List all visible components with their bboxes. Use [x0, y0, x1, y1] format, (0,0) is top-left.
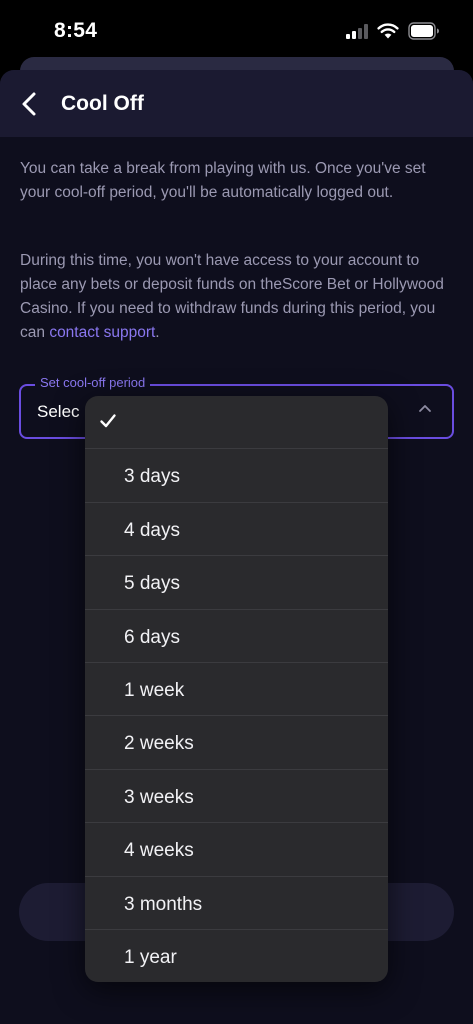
menu-item-4-days[interactable]: 4 days [85, 503, 388, 557]
period-dropdown-menu: 3 days 4 days 5 days 6 days 1 week 2 wee… [85, 396, 388, 982]
menu-item-label: 1 week [124, 679, 185, 701]
menu-item-label: 6 days [124, 626, 180, 648]
menu-item-label: 2 weeks [124, 733, 194, 755]
menu-item-label: 3 days [124, 466, 180, 488]
menu-item-4-weeks[interactable]: 4 weeks [85, 823, 388, 877]
select-value: Selec [37, 402, 80, 421]
page-title: Cool Off [61, 92, 144, 115]
status-time: 8:54 [54, 19, 98, 42]
chevron-up-icon [419, 405, 431, 412]
screen: 8:54 Cool Off You can take a break from … [0, 0, 473, 1024]
menu-item-6-days[interactable]: 6 days [85, 610, 388, 663]
menu-item-blank[interactable] [85, 396, 388, 450]
menu-item-1-year[interactable]: 1 year [85, 930, 388, 982]
cellular-signal-icon [346, 24, 370, 39]
back-button[interactable] [14, 87, 44, 121]
intro-text: You can take a break from playing with u… [20, 160, 426, 201]
menu-item-1-week[interactable]: 1 week [85, 663, 388, 717]
wifi-icon [377, 23, 399, 39]
menu-item-3-days[interactable]: 3 days [85, 449, 388, 503]
header-bar: Cool Off [0, 70, 473, 137]
detail-text-end: . [155, 324, 160, 341]
status-bar: 8:54 [0, 0, 473, 62]
menu-item-label: 4 weeks [124, 840, 194, 862]
menu-item-3-months[interactable]: 3 months [85, 877, 388, 930]
menu-item-label: 4 days [124, 519, 180, 541]
menu-item-5-days[interactable]: 5 days [85, 556, 388, 610]
contact-support-link[interactable]: contact support [49, 324, 155, 341]
battery-icon [408, 22, 439, 40]
detail-text: During this time, you won't have access … [20, 249, 448, 345]
menu-item-label: 3 months [124, 893, 203, 915]
menu-item-label: 5 days [124, 573, 180, 595]
menu-item-label: 1 year [124, 946, 177, 968]
select-label: Set cool-off period [35, 375, 151, 390]
menu-item-label: 3 weeks [124, 786, 194, 808]
menu-item-3-weeks[interactable]: 3 weeks [85, 770, 388, 824]
menu-item-2-weeks[interactable]: 2 weeks [85, 716, 388, 770]
checkmark-icon [100, 414, 116, 428]
